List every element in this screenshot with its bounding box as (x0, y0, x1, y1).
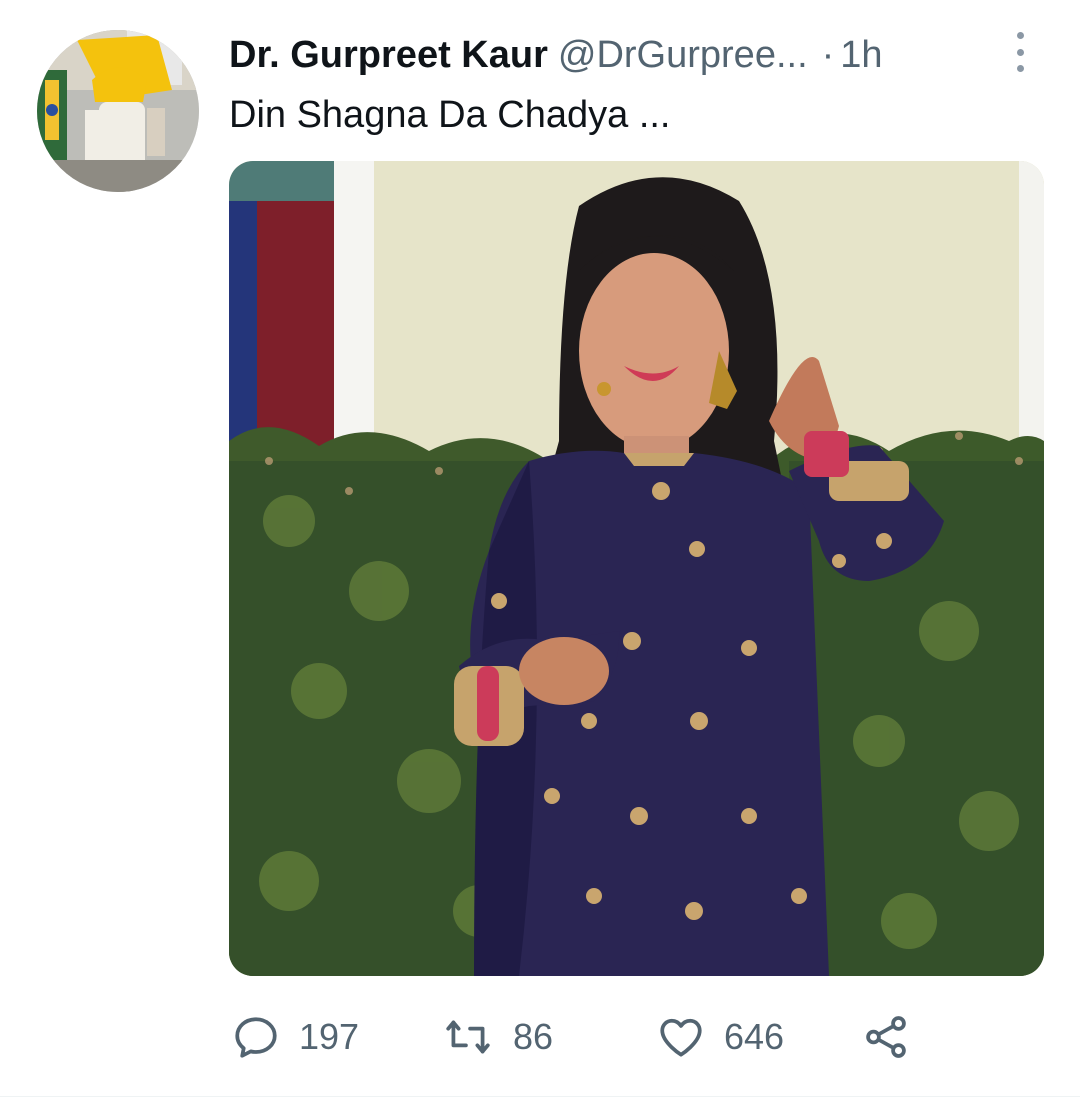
separator-dot: · (821, 34, 835, 76)
more-dot (1016, 65, 1024, 72)
retweet-icon (446, 1020, 490, 1054)
tweet-text: Din Shagna Da Chadya ... (229, 94, 671, 136)
heart-icon (660, 1018, 702, 1057)
profile-photo (37, 30, 199, 192)
more-dot (1016, 48, 1024, 56)
share-button[interactable] (861, 1010, 911, 1064)
tweet-actions: 197 86 646 (231, 1010, 991, 1064)
tweet-card[interactable]: Dr. Gurpreet Kaur @DrGurpree... · 1h Din Sh… (0, 0, 1080, 1100)
tweet-header: Dr. Gurpreet Kaur @DrGurpree... · 1h (229, 32, 989, 78)
share-icon (866, 1016, 906, 1058)
user-handle[interactable]: @DrGurpree... (558, 34, 808, 76)
tweet-divider (0, 1096, 1080, 1097)
like-button[interactable]: 646 (656, 1010, 784, 1064)
reply-button[interactable]: 197 (231, 1010, 359, 1064)
like-count: 646 (724, 1016, 785, 1057)
tweet-media-image[interactable] (229, 161, 1044, 976)
author-avatar[interactable] (37, 30, 199, 192)
timestamp[interactable]: 1h (840, 34, 882, 76)
display-name[interactable]: Dr. Gurpreet Kaur (229, 34, 548, 76)
retweet-count: 86 (513, 1016, 554, 1057)
photo (229, 161, 1044, 976)
more-options-icon[interactable] (1006, 32, 1034, 72)
reply-icon (235, 1017, 277, 1058)
more-dot (1016, 32, 1024, 39)
reply-count: 197 (299, 1016, 360, 1057)
retweet-button[interactable]: 86 (441, 1010, 553, 1064)
